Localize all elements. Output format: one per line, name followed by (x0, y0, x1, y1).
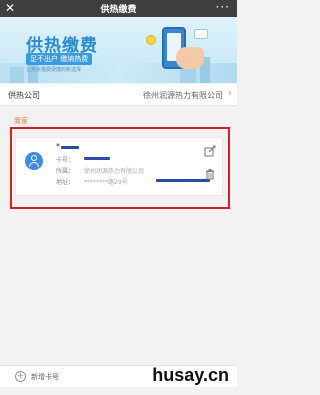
more-icon[interactable]: ··· (216, 0, 230, 14)
section-label-home: 我家 (14, 117, 28, 125)
company-label: 供热公司 (8, 91, 40, 100)
company-value: 徐州润源热力有限公司 (143, 91, 223, 100)
edit-icon[interactable] (204, 145, 216, 157)
site-watermark: husay.cn (152, 365, 229, 385)
field-label: 地址： (56, 179, 75, 186)
field-value: 徐州润源热力有限公司 (84, 168, 145, 175)
hand-illustration (176, 47, 204, 69)
chevron-right-icon: › (228, 88, 232, 99)
redaction-bar (84, 157, 110, 160)
page-title: 供热缴费 (100, 5, 137, 15)
card-bubble-icon (194, 29, 208, 39)
avatar-head (31, 155, 37, 161)
heating-card[interactable]: * 卡号： 所属： 徐州润源热力有限公司 地址： ********路29号 (15, 137, 223, 196)
trash-icon[interactable] (205, 168, 215, 180)
promo-banner: 供热缴费 足不出户 缴纳热费 让热水缴费便捷的新选择 (0, 17, 237, 83)
card-name-prefix: * (56, 142, 60, 151)
field-value: ********路29号 (84, 179, 128, 186)
field-label: 所属： (56, 168, 75, 175)
avatar (25, 152, 43, 170)
banner-note: 让热水缴费便捷的新选择 (26, 67, 82, 73)
top-nav-bar: ✕ 供热缴费 ··· (0, 0, 237, 17)
building-shape (10, 67, 24, 83)
redaction-bar (156, 179, 210, 182)
add-card-label: 新增卡号 (31, 373, 59, 381)
coin-icon (146, 35, 156, 45)
heating-company-selector[interactable]: 供热公司 徐州润源热力有限公司 › (0, 84, 237, 106)
banner-slogan: 足不出户 缴纳热费 (26, 53, 93, 65)
avatar-body (29, 162, 39, 167)
plus-icon: + (15, 371, 26, 382)
field-label: 卡号： (56, 157, 75, 164)
redaction-bar (61, 146, 79, 149)
